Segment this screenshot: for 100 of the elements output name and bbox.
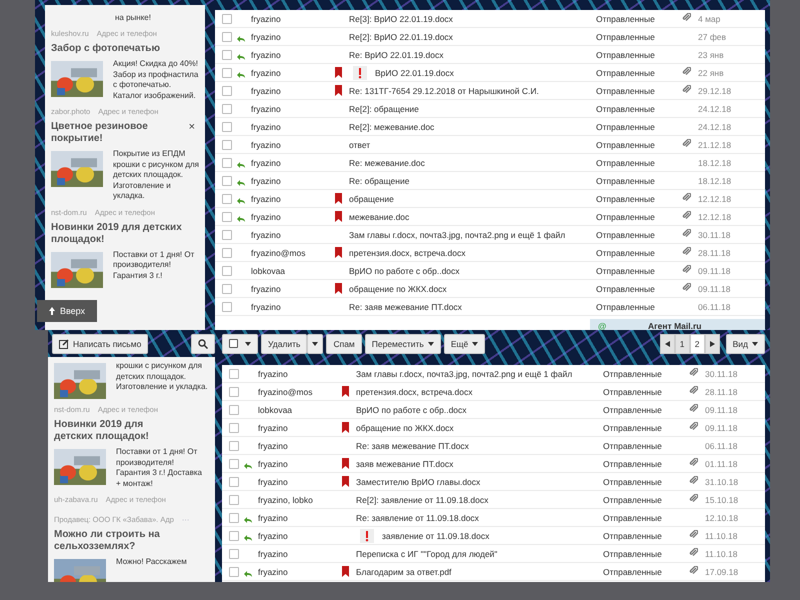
message-row[interactable]: fryazino Заместителю ВрИО главы.docx Отправленные 31.10.18 (222, 473, 765, 491)
checkbox[interactable] (229, 566, 239, 576)
checkbox[interactable] (229, 368, 239, 378)
message-row[interactable]: fryazino Re: заявление от 11.09.18.docx Отправленные 12.10.18 (222, 509, 765, 527)
close-button[interactable]: × (188, 121, 199, 133)
checkbox[interactable] (222, 140, 232, 150)
bookmark-icon[interactable] (342, 422, 349, 432)
message-row[interactable]: fryazino Благодарим за ответ.pdf Отправленные 17.09.18 (222, 563, 765, 581)
checkbox[interactable] (222, 86, 232, 96)
page-button[interactable]: 2 (690, 334, 705, 354)
bookmark-icon[interactable] (335, 84, 342, 96)
message-row[interactable]: fryazino обращение по ЖКХ.docx Отправленные 09.11.18 (222, 419, 765, 437)
date: 15.10.18 (705, 494, 740, 504)
page-button[interactable]: 1 (674, 334, 690, 354)
message-row[interactable]: fryazino Re: межевание.doc Отправленные 18.12.18 (215, 154, 765, 172)
message-row[interactable]: lobkovaa ВрИО по работе с обр..docx Отправленные 09.11.18 (215, 262, 765, 280)
message-row[interactable]: fryazino Зам главы г.docx, почта3.jpg, почта2.png и ещё 1 файл Отправленные 30.11.18 (215, 226, 765, 244)
message-row[interactable]: lobkovaa ВрИО по работе с обр..docx Отправленные 09.11.18 (222, 401, 765, 419)
date: 27 фев (698, 32, 728, 42)
checkbox[interactable] (229, 476, 239, 486)
delete-menu-button[interactable] (307, 334, 324, 354)
checkbox[interactable] (222, 266, 232, 276)
agent-bar[interactable]: @ Агент Mail.ru (590, 319, 765, 330)
select-all-button[interactable] (222, 334, 258, 354)
message-row[interactable]: fryazino Re[2]: ВрИО 22.01.19.docx Отправленные 27 фев (215, 28, 765, 46)
message-row[interactable]: fryazino, lobko Re[2]: заявление от 11.09.18.docx Отправленные 15.10.18 (222, 491, 765, 509)
bookmark-icon[interactable] (335, 66, 342, 78)
view-button[interactable]: Вид (726, 334, 765, 354)
checkbox[interactable] (229, 422, 239, 432)
checkbox[interactable] (222, 104, 232, 114)
scroll-up-button[interactable]: Вверх (37, 300, 97, 322)
checkbox[interactable] (222, 194, 232, 204)
message-row[interactable]: fryazino@mos претензия.docx, встреча.docx Отправленные 28.11.18 (215, 244, 765, 262)
bookmark-icon[interactable] (342, 386, 349, 396)
message-row[interactable]: fryazino заявление от 11.09.18.docx Отправленные 11.10.18 (222, 527, 765, 545)
more-button[interactable]: Ещё (444, 334, 486, 354)
message-row[interactable]: fryazino@mos претензия.docx, встреча.docx Отправленные 28.11.18 (222, 383, 765, 401)
date: 18.12.18 (698, 158, 732, 168)
ad-title[interactable]: Забор с фотопечатью (51, 43, 183, 55)
subject: межевание.doc (349, 212, 410, 222)
checkbox[interactable] (222, 176, 232, 186)
checkbox[interactable] (222, 212, 232, 222)
bookmark-icon[interactable] (335, 282, 342, 294)
ad-title[interactable]: Новинки 2019 для детских площадок! (51, 222, 183, 246)
message-row[interactable]: fryazino обращение по ЖКХ.docx Отправленные 09.11.18 (215, 280, 765, 298)
checkbox[interactable] (222, 122, 232, 132)
checkbox[interactable] (229, 404, 239, 414)
ad-text: крошки с рисунком для детских площадок. Изготовление и укладка. (116, 361, 208, 393)
message-row[interactable]: fryazino Re[2]: межевание.doc Отправленные 24.12.18 (215, 118, 765, 136)
message-row[interactable]: fryazino Re: ВрИО 22.01.19.docx Отправленные 23 янв (215, 46, 765, 64)
checkbox[interactable] (222, 32, 232, 42)
checkbox[interactable] (222, 158, 232, 168)
bookmark-icon[interactable] (342, 458, 349, 468)
message-row[interactable]: fryazino Re: заяв межевание ПТ.docx Отправленные 06.11.18 (222, 437, 765, 455)
checkbox[interactable] (222, 230, 232, 240)
sender: fryazino@mos (258, 386, 314, 396)
ad-title[interactable]: Цветное резиновое покрытие! (51, 121, 183, 145)
ad-title[interactable]: Новинки 2019 для детских площадок! (54, 419, 174, 443)
search-button[interactable] (191, 334, 215, 354)
checkbox[interactable] (222, 302, 232, 312)
checkbox[interactable] (222, 50, 232, 60)
subject: Re: межевание.doc (349, 158, 425, 168)
next-page-button[interactable] (704, 334, 720, 354)
previous-page-button[interactable] (660, 334, 675, 354)
message-row[interactable]: fryazino Re[2]: обращение Отправленные 24.12.18 (215, 100, 765, 118)
folder-name: Отправленные (603, 458, 663, 468)
message-row[interactable]: fryazino ответ Отправленные 21.12.18 (215, 136, 765, 154)
message-row[interactable]: fryazino Re: заяв межевание ПТ.docx Отправленные 06.11.18 (215, 298, 765, 316)
delete-button[interactable]: Удалить (261, 334, 308, 354)
compose-button[interactable]: Написать письмо (52, 334, 148, 354)
ad-title[interactable]: Можно ли строить на сельхозземлях? (54, 529, 174, 553)
bookmark-icon[interactable] (335, 192, 342, 204)
message-row[interactable]: fryazino межевание.doc Отправленные 12.12.18 (215, 208, 765, 226)
message-row[interactable]: fryazino Re: обращение Отправленные 18.12.18 (215, 172, 765, 190)
checkbox[interactable] (222, 248, 232, 258)
checkbox[interactable] (229, 548, 239, 558)
bookmark-icon[interactable] (335, 246, 342, 258)
date: 12.12.18 (698, 194, 732, 204)
bookmark-icon[interactable] (342, 476, 349, 486)
checkbox[interactable] (222, 14, 232, 24)
checkbox[interactable] (229, 512, 239, 522)
message-row[interactable]: fryazino Зам главы г.docx, почта3.jpg, почта2.png и ещё 1 файл Отправленные 30.11.18 (222, 365, 765, 383)
message-row[interactable]: fryazino ВрИО 22.01.19.docx Отправленные 22 янв (215, 64, 765, 82)
checkbox[interactable] (222, 68, 232, 78)
spam-button[interactable]: Спам (326, 334, 362, 354)
message-row[interactable]: fryazino заяв межевание ПТ.docx Отправленные 01.11.18 (222, 455, 765, 473)
checkbox[interactable] (222, 284, 232, 294)
message-row[interactable]: fryazino Re[3]: ВрИО 22.01.19.docx Отправленные 4 мар (215, 10, 765, 28)
message-row[interactable]: fryazino Re: 131ТГ-7654 29.12.2018 от Нарышкиной С.И. Отправленные 29.12.18 (215, 82, 765, 100)
move-button[interactable]: Переместить (364, 334, 441, 354)
checkbox[interactable] (229, 530, 239, 540)
bookmark-icon[interactable] (335, 210, 342, 222)
message-row[interactable]: fryazino обращение Отправленные 12.12.18 (215, 190, 765, 208)
checkbox[interactable] (229, 440, 239, 450)
checkbox[interactable] (229, 458, 239, 468)
date: 22 янв (698, 68, 725, 78)
message-row[interactable]: fryazino Переписка с ИГ ""Город для людей" Отправленные 11.10.18 (222, 545, 765, 563)
checkbox[interactable] (229, 494, 239, 504)
bookmark-icon[interactable] (342, 566, 349, 576)
checkbox[interactable] (229, 386, 239, 396)
